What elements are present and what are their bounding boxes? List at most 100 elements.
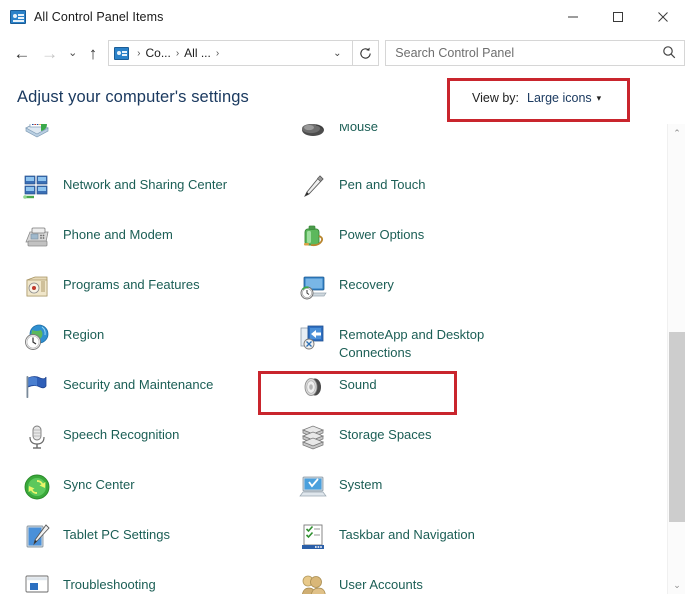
items-row: Security and Maintenance Sound [0,368,659,418]
magnifier-icon[interactable] [662,45,676,64]
sound-icon [298,372,328,402]
items-row: Region RemoteApp and Desktop Conne [0,318,659,368]
header-row: Adjust your computer's settings View by:… [0,78,685,124]
control-panel-item-taskbar-and-navigation[interactable]: Taskbar and Navigation [298,518,556,568]
vertical-scrollbar[interactable]: ⌃ ⌄ [667,124,685,594]
security-maintenance-icon [22,372,52,402]
forward-button[interactable]: → [36,38,64,68]
item-label: Troubleshooting [63,572,156,594]
breadcrumb-control-panel-icon [114,47,129,60]
item-label: Tablet PC Settings [63,522,170,545]
item-label: Recovery [339,272,394,295]
refresh-button[interactable] [353,40,379,66]
control-panel-window: All Control Panel Items ← → ⌄ ↑ › Co... … [0,0,685,594]
control-panel-item-mail[interactable]: Mail (Microsoft Outlook) (32-bit) [22,124,280,168]
control-panel-item-power-options[interactable]: Power Options [298,218,556,268]
sync-center-icon [22,472,52,502]
address-bar[interactable]: › Co... › All ... › ⌄ [108,40,353,66]
view-by-value[interactable]: Large icons [527,91,592,105]
recent-locations-button[interactable]: ⌄ [63,38,81,68]
view-by-control[interactable]: View by: Large icons ▾ [472,91,601,105]
search-input[interactable] [386,41,676,65]
system-icon [298,472,328,502]
item-label: Programs and Features [63,272,200,295]
item-label: Sound [339,372,377,395]
scrollbar-thumb[interactable] [669,332,685,522]
items-row: Troubleshooting User Accounts [0,568,659,594]
item-label: Taskbar and Navigation [339,522,475,545]
power-options-icon [298,222,328,252]
phone-modem-icon [22,222,52,252]
items-row: Phone and Modem Power Options [0,218,659,268]
item-label: Power Options [339,222,424,245]
control-panel-item-phone-and-modem[interactable]: Phone and Modem [22,218,280,268]
programs-features-icon [22,272,52,302]
item-label: Pen and Touch [339,172,426,195]
chevron-down-icon[interactable]: ▾ [597,93,602,104]
item-label: Security and Maintenance [63,372,213,395]
troubleshooting-icon [22,572,52,594]
control-panel-item-mouse[interactable]: Mouse [298,124,556,168]
item-label: RemoteApp and Desktop Connections [339,322,549,363]
control-panel-item-sound[interactable]: Sound [298,368,556,418]
item-label: System [339,472,382,495]
taskbar-navigation-icon [298,522,328,552]
control-panel-item-user-accounts[interactable]: User Accounts [298,568,556,594]
item-label: Phone and Modem [63,222,173,245]
breadcrumb-separator-tail[interactable]: › [211,48,224,59]
remoteapp-icon [298,322,328,352]
item-label: Storage Spaces [339,422,432,445]
control-panel-item-speech-recognition[interactable]: Speech Recognition [22,418,280,468]
breadcrumb-separator: › [132,48,145,59]
scrollbar-track[interactable] [668,142,685,576]
mouse-icon [298,124,328,144]
region-icon [22,322,52,352]
speech-recognition-icon [22,422,52,452]
control-panel-item-recovery[interactable]: Recovery [298,268,556,318]
control-panel-item-system[interactable]: System [298,468,556,518]
control-panel-item-region[interactable]: Region [22,318,280,368]
control-panel-item-programs-and-features[interactable]: Programs and Features [22,268,280,318]
items-grid: Mail (Microsoft Outlook) (32-bit) Mouse [0,124,659,594]
address-toolbar: ← → ⌄ ↑ › Co... › All ... › ⌄ [0,33,685,73]
control-panel-item-troubleshooting[interactable]: Troubleshooting [22,568,280,594]
control-panel-item-sync-center[interactable]: Sync Center [22,468,280,518]
mail-icon [22,124,52,140]
control-panel-item-network-and-sharing-center[interactable]: Network and Sharing Center [22,168,280,218]
window-controls [550,0,685,33]
address-dropdown-icon[interactable]: ⌄ [328,41,346,65]
items-area: Mail (Microsoft Outlook) (32-bit) Mouse [0,124,685,594]
items-row: Tablet PC Settings [0,518,659,568]
page-title: Adjust your computer's settings [17,88,249,107]
close-button[interactable] [640,0,685,33]
tablet-pc-icon [22,522,52,552]
item-label: Network and Sharing Center [63,172,227,194]
view-by-label: View by: [472,91,519,105]
control-panel-item-storage-spaces[interactable]: Storage Spaces [298,418,556,468]
up-button[interactable]: ↑ [82,38,104,68]
items-row: Programs and Features [0,268,659,318]
recovery-icon [298,272,328,302]
item-label: User Accounts [339,572,423,594]
breadcrumb-item-control-panel[interactable]: Co... [145,46,170,60]
minimize-button[interactable] [550,0,595,33]
breadcrumb-item-all-items[interactable]: All ... [184,46,211,60]
scroll-down-button[interactable]: ⌄ [668,576,685,594]
storage-spaces-icon [298,422,328,452]
search-box[interactable] [385,40,685,66]
back-button[interactable]: ← [8,38,36,68]
item-label: Mouse [339,124,378,137]
control-panel-item-tablet-pc-settings[interactable]: Tablet PC Settings [22,518,280,568]
control-panel-item-remoteapp-and-desktop-connections[interactable]: RemoteApp and Desktop Connections [298,318,556,368]
item-label: Sync Center [63,472,135,495]
pen-touch-icon [298,172,328,202]
items-row: Network and Sharing Center Pen and Touch [0,168,659,218]
control-panel-item-pen-and-touch[interactable]: Pen and Touch [298,168,556,218]
items-row: Sync Center System [0,468,659,518]
control-panel-item-security-and-maintenance[interactable]: Security and Maintenance [22,368,280,418]
maximize-button[interactable] [595,0,640,33]
control-panel-icon [10,10,26,24]
items-row: Mail (Microsoft Outlook) (32-bit) Mouse [0,124,659,168]
title-bar: All Control Panel Items [0,0,685,33]
scroll-up-button[interactable]: ⌃ [668,124,685,142]
